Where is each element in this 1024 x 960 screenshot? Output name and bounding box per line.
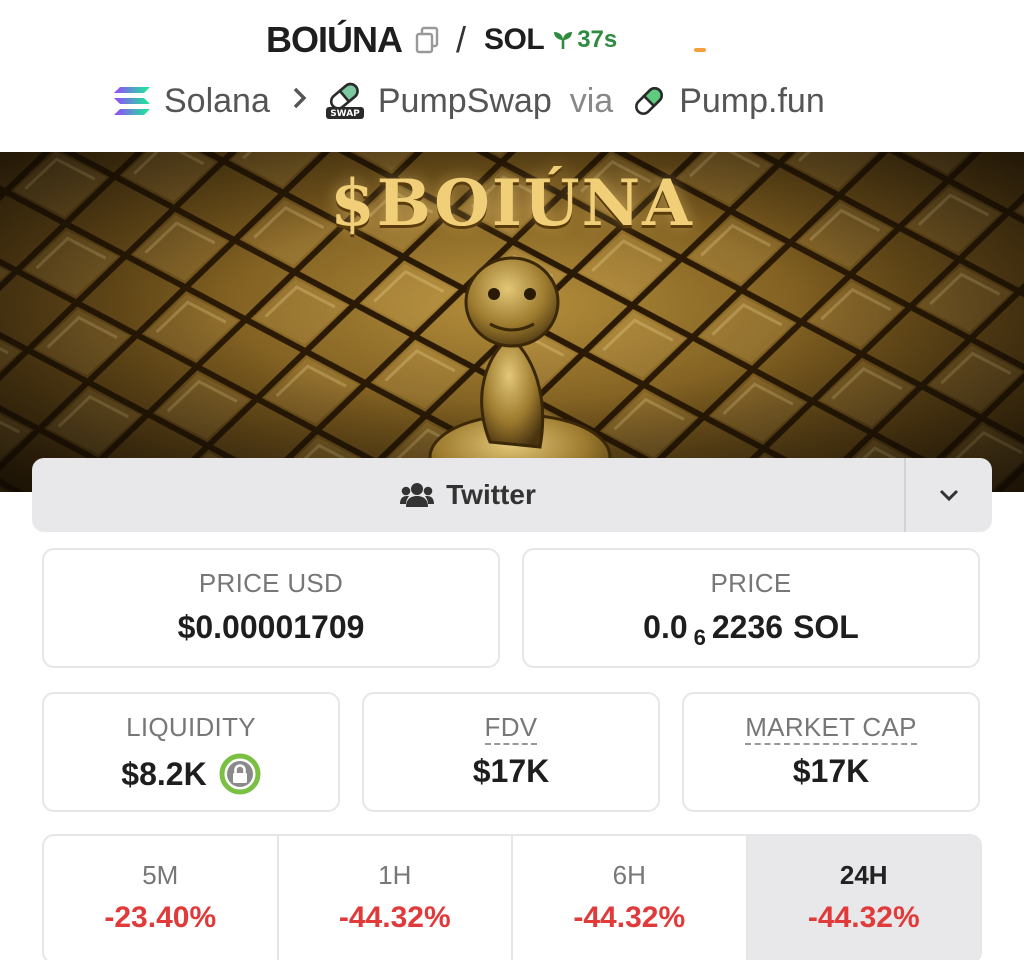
social-dropdown-button[interactable] bbox=[904, 458, 992, 532]
liquidity-value-row: $8.2K bbox=[44, 753, 338, 795]
launchpad-name: Pump.fun bbox=[679, 81, 825, 120]
pair-age-badge: 37s bbox=[552, 26, 617, 54]
token-banner: $BOIÚNA bbox=[0, 152, 1024, 492]
svg-text:SWAP: SWAP bbox=[330, 109, 360, 119]
swap-pill-icon: SWAP bbox=[324, 81, 366, 121]
lock-icon[interactable] bbox=[219, 753, 261, 795]
pair-title: BOIÚNA / SOL 37s bbox=[266, 18, 617, 62]
change-label: 5M bbox=[142, 860, 179, 890]
price-native-digits: 2236 bbox=[711, 609, 784, 645]
change-label: 6H bbox=[612, 860, 646, 890]
twitter-button[interactable]: Twitter bbox=[32, 458, 904, 532]
price-native-value: 0.0 6 2236 SOL bbox=[524, 609, 978, 650]
chevron-right-icon bbox=[292, 84, 308, 118]
liquidity-label: LIQUIDITY bbox=[126, 712, 256, 742]
liquidity-card: LIQUIDITY $8.2K bbox=[42, 692, 340, 812]
quote-token: SOL bbox=[484, 23, 545, 56]
pill-icon bbox=[631, 83, 667, 119]
fdv-value: $17K bbox=[472, 753, 550, 789]
fdv-card: FDV $17K bbox=[362, 692, 660, 812]
twitter-label: Twitter bbox=[446, 479, 536, 510]
social-links-bar: Twitter bbox=[32, 458, 992, 532]
change-tab-5m[interactable]: 5M -23.40% bbox=[44, 836, 279, 960]
fdv-label-wrap[interactable]: FDV bbox=[364, 712, 658, 745]
breadcrumb-dex[interactable]: SWAP PumpSwap bbox=[324, 81, 552, 121]
change-tab-6h[interactable]: 6H -44.32% bbox=[513, 836, 748, 960]
pair-age: 37s bbox=[577, 26, 618, 53]
dex-name: PumpSwap bbox=[377, 81, 552, 120]
solana-icon bbox=[112, 84, 152, 118]
price-native-zero-count: 6 bbox=[693, 624, 706, 650]
change-value: -44.32% bbox=[807, 901, 920, 934]
snake-figure bbox=[428, 256, 612, 492]
via-label: via bbox=[569, 81, 614, 120]
change-label: 24H bbox=[839, 860, 888, 890]
change-label: 1H bbox=[378, 860, 412, 890]
pair-separator: / bbox=[456, 19, 467, 60]
market-cap-label: MARKET CAP bbox=[745, 712, 917, 745]
breadcrumb: Solana SWAP PumpSwap via Pump.fun bbox=[112, 78, 825, 124]
banner-title: $BOIÚNA bbox=[330, 166, 694, 241]
chevron-down-icon bbox=[939, 489, 959, 502]
change-tab-1h[interactable]: 1H -44.32% bbox=[279, 836, 513, 960]
price-usd-value: $0.00001709 bbox=[177, 609, 365, 645]
price-change-tabs: 5M -23.40% 1H -44.32% 6H -44.32% 24H -44… bbox=[42, 834, 982, 960]
change-value: -23.40% bbox=[104, 901, 217, 934]
users-icon bbox=[400, 483, 435, 507]
partial-indicator bbox=[694, 48, 706, 52]
fdv-label: FDV bbox=[484, 712, 538, 745]
token-name: BOIÚNA bbox=[266, 19, 403, 60]
market-cap-value: $17K bbox=[792, 753, 870, 789]
price-usd-label: PRICE USD bbox=[198, 568, 344, 598]
price-native-prefix: 0.0 bbox=[643, 609, 688, 645]
price-native-label: PRICE bbox=[710, 568, 792, 598]
price-native-card: PRICE 0.0 6 2236 SOL bbox=[522, 548, 980, 668]
market-cap-label-wrap[interactable]: MARKET CAP bbox=[684, 712, 978, 745]
seedling-icon bbox=[554, 32, 573, 49]
chain-name: Solana bbox=[164, 81, 270, 120]
change-value: -44.32% bbox=[338, 901, 451, 934]
breadcrumb-chain[interactable]: Solana bbox=[112, 82, 270, 121]
copy-icon[interactable] bbox=[412, 25, 442, 55]
liquidity-value: $8.2K bbox=[121, 755, 207, 792]
price-native-unit: SOL bbox=[793, 609, 859, 645]
market-cap-card: MARKET CAP $17K bbox=[682, 692, 980, 812]
price-usd-card: PRICE USD $0.00001709 bbox=[42, 548, 500, 668]
change-value: -44.32% bbox=[573, 901, 686, 934]
change-tab-24h[interactable]: 24H -44.32% bbox=[747, 836, 980, 960]
breadcrumb-launchpad[interactable]: Pump.fun bbox=[631, 82, 825, 121]
